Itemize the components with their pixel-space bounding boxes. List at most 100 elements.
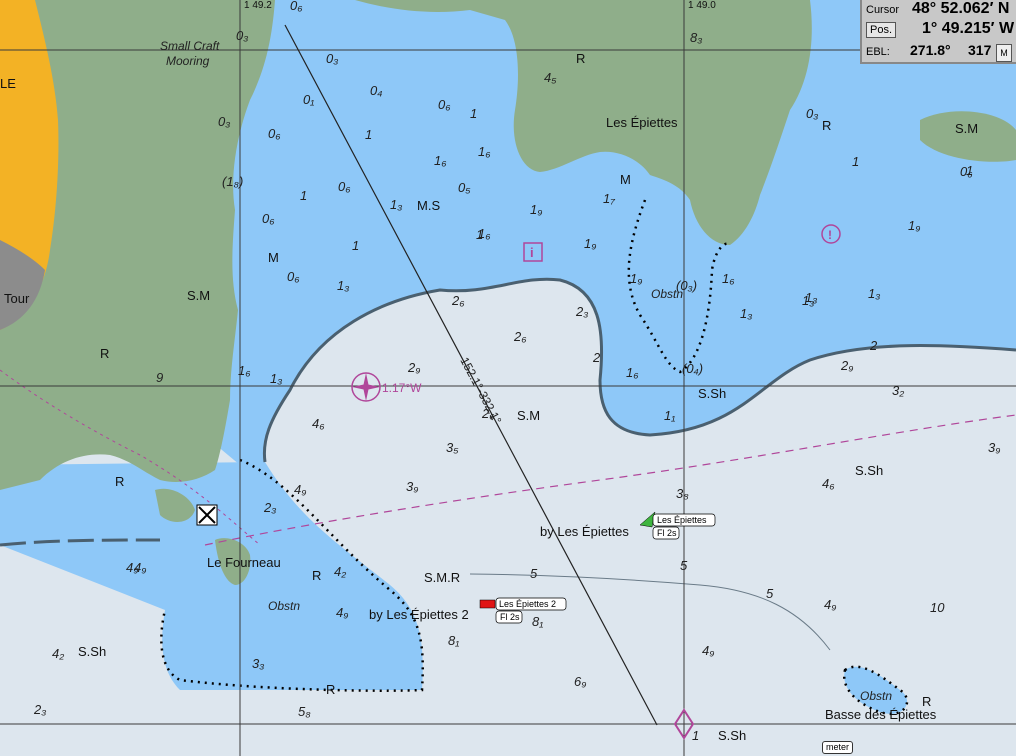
contour-label-2a: 2 [869, 338, 878, 353]
seabed-m-2: M [620, 172, 631, 187]
sounding: 2₆ [451, 293, 465, 308]
sounding: 1₉ [584, 236, 596, 251]
green-buoy-label: by Les Épiettes [540, 524, 629, 539]
cursor-label: Cursor [866, 4, 900, 16]
sounding: 0₆ [287, 269, 300, 284]
sounding: 3₈ [676, 486, 689, 501]
sounding: 1₃ [337, 278, 349, 293]
sounding: 0₆ [438, 97, 451, 112]
obstn-depth-04: (0₄) [682, 361, 703, 376]
grid-label-right: 1 49.0 [688, 0, 716, 11]
ebl-bearing: 271.8° [910, 42, 951, 58]
sounding: 2₃ [263, 500, 276, 515]
sounding: 8₃ [690, 30, 702, 45]
info-symbol-glyph: i [530, 245, 534, 260]
sounding: 8₁ [448, 633, 459, 648]
sounding: 1₆ [434, 153, 447, 168]
sounding: 0₄ [370, 83, 382, 98]
red-buoy-name: Les Épiettes 2 [499, 599, 556, 609]
seabed-r-1: R [576, 51, 585, 66]
sounding: 1₉ [908, 218, 920, 233]
contour-label-5a: 5 [530, 566, 538, 581]
sounding: 4₉ [702, 643, 714, 658]
place-les-epiettes: Les Épiettes [606, 115, 678, 130]
sounding: 0₅ [458, 180, 471, 195]
sounding: 3₂ [892, 383, 904, 398]
sounding: 0₃ [326, 51, 338, 66]
sounding: 0₃ [806, 106, 818, 121]
sounding: 0₆ [262, 211, 275, 226]
sounding: 1 [692, 728, 699, 743]
sounding: 4₂ [334, 564, 346, 579]
cursor-longitude: 1° 49.215′ W [922, 20, 1015, 37]
sounding: 4₅ [544, 70, 557, 85]
obstn-depth-03: (0₃) [676, 278, 697, 293]
sounding: 3₅ [446, 440, 459, 455]
sounding: 0₃ [236, 28, 248, 43]
sounding: 10 [930, 600, 945, 615]
sounding: 4₆ [822, 476, 835, 491]
seabed-r-6: R [326, 682, 335, 697]
sounding: 9 [156, 370, 163, 385]
sounding: 1 [966, 163, 973, 178]
sounding: 4₆ [312, 416, 325, 431]
ebl-label: EBL: [866, 46, 890, 58]
sounding: 1₆ [478, 226, 491, 241]
sounding: 5₈ [298, 704, 311, 719]
sounding: 4₉ [126, 560, 138, 575]
seabed-m-1: M [268, 250, 279, 265]
sounding: 1₆ [478, 144, 491, 159]
ebl-range: 317 [968, 42, 992, 58]
sounding: 4₉ [294, 482, 306, 497]
seabed-sm-east: S.M [955, 121, 978, 136]
cursor-latitude: 48° 52.062′ N [912, 0, 1010, 17]
sounding: 1₉ [530, 202, 542, 217]
sounding: 2₆ [481, 406, 495, 421]
sounding: 1 [470, 106, 477, 121]
sounding: 0₆ [338, 179, 351, 194]
unit-button[interactable]: M [996, 44, 1012, 62]
place-tour: Tour [4, 291, 30, 306]
pos-button[interactable]: Pos. [866, 22, 897, 38]
sounding: 8₁ [532, 614, 543, 629]
obstn-label-south: Obstn [268, 599, 300, 613]
sounding: 3₉ [406, 479, 418, 494]
sounding: 1₆ [238, 363, 251, 378]
place-le-fourneau: Le Fourneau [207, 555, 281, 570]
sounding: 1₆ [626, 365, 639, 380]
seabed-r-5: R [312, 568, 321, 583]
sounding: 1 [352, 238, 359, 253]
sounding: 2₃ [33, 702, 46, 717]
sounding: 1 [365, 127, 372, 142]
place-basse-des-epiettes: Basse des Épiettes [825, 707, 937, 722]
seabed-r-2: R [822, 118, 831, 133]
grid-label-left: 1 49.2 [244, 0, 272, 11]
seabed-ms: M.S [417, 198, 440, 213]
green-buoy-light: Fl 2s [657, 528, 677, 538]
red-buoy-light: Fl 2s [500, 612, 520, 622]
seabed-sm-west: S.M [187, 288, 210, 303]
sounding: 2₃ [575, 304, 588, 319]
sounding: 0₆ [290, 0, 303, 13]
sounding: 2₉ [407, 360, 420, 375]
seabed-sm-center: S.M [517, 408, 540, 423]
sounding: 0₁ [303, 92, 314, 107]
variation-label: 1.17°W [382, 381, 422, 395]
seabed-ssh-4: S.Sh [718, 728, 746, 743]
cursor-info-panel: Cursor 48° 52.062′ N Pos. 1° 49.215′ W E… [860, 0, 1016, 64]
sounding: 4₂ [52, 646, 64, 661]
sounding: 3₉ [988, 440, 1000, 455]
anchor-berth-icon[interactable] [196, 504, 218, 526]
sounding: 1₇ [603, 191, 615, 206]
seabed-r-7: R [922, 694, 931, 709]
green-buoy-name: Les Épiettes [657, 515, 707, 525]
nautical-chart[interactable]: 152.1°-332.1° 1.17°W Les Épiettes Fl 2s … [0, 0, 1016, 756]
sounding: 1 [300, 188, 307, 203]
contour-label-5b: 5 [680, 558, 688, 573]
seabed-smr: S.M.R [424, 570, 460, 585]
contour-label-2b: 2 [592, 350, 601, 365]
seabed-r-3: R [100, 346, 109, 361]
red-buoy-label: by Les Épiettes 2 [369, 607, 469, 622]
sounding: 6₉ [574, 674, 586, 689]
sounding: 1₃ [868, 286, 880, 301]
